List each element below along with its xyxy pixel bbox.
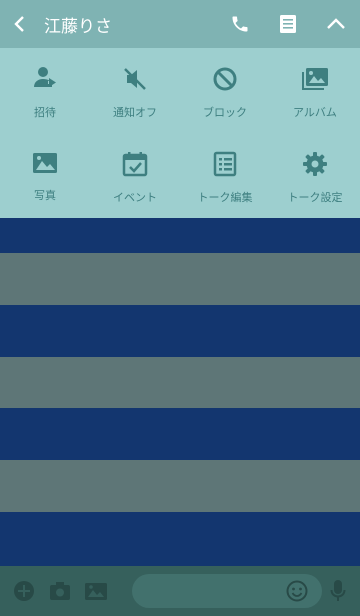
stripe-gray	[0, 357, 360, 408]
note-icon	[280, 15, 296, 33]
microphone-icon	[330, 580, 346, 601]
voice-button[interactable]	[324, 576, 352, 606]
plus-button[interactable]	[6, 566, 42, 616]
camera-icon	[50, 582, 70, 600]
menu-item-label: トーク編集	[197, 191, 253, 204]
smiley-icon	[286, 580, 308, 602]
chat-header: 江藤りさ	[0, 0, 360, 48]
photo-icon	[30, 150, 60, 176]
image-button[interactable]	[78, 566, 114, 616]
chevron-left-icon	[14, 16, 24, 32]
block-icon	[210, 65, 240, 93]
collapse-menu-button[interactable]	[312, 0, 360, 48]
plus-circle-icon	[14, 581, 34, 601]
emoji-button[interactable]	[282, 576, 312, 606]
stripe-gray	[0, 460, 360, 512]
chat-menu-panel: 招待 通知オフ ブロック アルバム 写真 イベント トーク編集 トーク設定	[0, 48, 360, 218]
menu-item-label: トーク設定	[287, 191, 343, 204]
image-icon	[85, 583, 107, 600]
menu-item-album[interactable]: アルバム	[270, 48, 360, 119]
stripe-blue	[0, 512, 360, 566]
menu-item-label: アルバム	[293, 106, 337, 119]
stripe-blue	[0, 218, 360, 253]
menu-item-invite[interactable]: 招待	[0, 48, 90, 119]
menu-item-label: イベント	[113, 191, 157, 204]
chat-background	[0, 218, 360, 566]
menu-item-edit-chat[interactable]: トーク編集	[180, 133, 270, 204]
settings-icon	[300, 150, 330, 178]
call-button[interactable]	[216, 0, 264, 48]
menu-item-label: 通知オフ	[113, 106, 157, 119]
stripe-gray	[0, 253, 360, 305]
menu-item-label: ブロック	[203, 106, 247, 119]
chevron-up-icon	[327, 18, 345, 29]
menu-item-events[interactable]: イベント	[90, 133, 180, 204]
calendar-icon	[120, 150, 150, 178]
stripe-blue	[0, 408, 360, 460]
menu-item-photos[interactable]: 写真	[0, 133, 90, 203]
chat-title: 江藤りさ	[44, 16, 112, 37]
album-icon	[300, 65, 330, 93]
notes-button[interactable]	[264, 0, 312, 48]
stripe-blue	[0, 305, 360, 357]
camera-button[interactable]	[42, 566, 78, 616]
menu-item-chat-settings[interactable]: トーク設定	[270, 133, 360, 204]
menu-item-label: 写真	[34, 189, 56, 202]
menu-item-label: 招待	[34, 106, 56, 119]
menu-item-block[interactable]: ブロック	[180, 48, 270, 119]
add-user-icon	[30, 65, 60, 93]
phone-icon	[232, 16, 248, 32]
menu-item-mute[interactable]: 通知オフ	[90, 48, 180, 119]
mute-icon	[120, 65, 150, 93]
back-button[interactable]	[0, 0, 40, 48]
edit-list-icon	[210, 150, 240, 178]
